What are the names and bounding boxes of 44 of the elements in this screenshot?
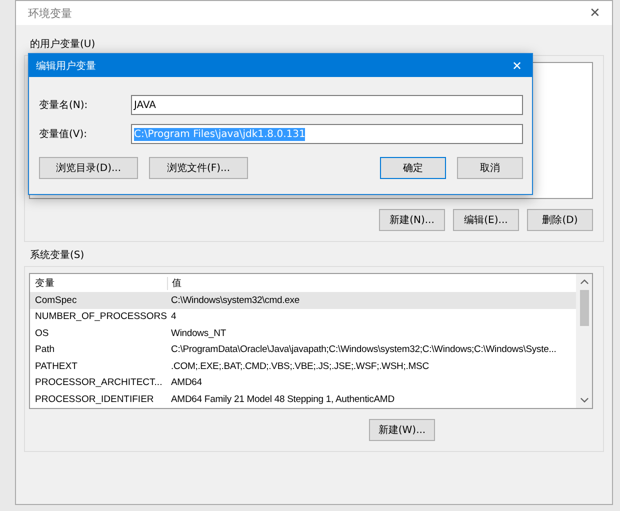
window-title: 环境变量 [28,6,73,20]
scroll-up-icon[interactable] [580,279,588,285]
table-row[interactable]: ComSpec C:\Windows\system32\cmd.exe [30,292,576,308]
table-cell-text: AMD64 Family 21 Model 48 Stepping 1, AuthenticAMD [170,394,396,405]
close-button[interactable]: ✕ [502,54,532,77]
close-button[interactable]: ✕ [578,1,612,25]
table-cell-text: 4 [170,311,178,322]
cancel-button[interactable]: 取消 [457,157,523,179]
table-cell-text: ComSpec [34,294,78,306]
table-row[interactable]: Path C:\ProgramData\Oracle\Java\javapath;C:\Windows\system32;C:\Windows;C:\Windows\Syste... [30,342,576,358]
action-button[interactable]: 编辑(E)... [453,209,519,231]
column-header[interactable]: 变量 [30,276,168,290]
table-row[interactable]: NUMBER_OF_PROCESSORS 4 [30,308,576,325]
scroll-down-icon[interactable] [580,397,588,403]
group-label: 的用户变量(U) [30,38,96,51]
table-row[interactable]: OS Windows_NT [30,325,576,342]
action-button[interactable]: 删除(D) [527,209,593,231]
input-field[interactable]: JAVA [131,95,523,115]
table-cell-text: OS [34,328,50,339]
scroll-thumb[interactable] [580,290,588,326]
field-label: 变量名(N): [39,98,89,112]
table-cell-text: NUMBER_OF_PROCESSORS [34,311,167,322]
table-cell-text: PROCESSOR_ARCHITECT... [34,377,164,388]
table-row[interactable]: PATHEXT .COM;.EXE;.BAT;.CMD;.VBS;.VBE;.JS;.JSE;.WSF;.WSH;.MSC [30,358,576,374]
table-cell-text: PATHEXT [34,360,78,372]
table-cell-text: AMD64 [170,377,203,388]
group-label: 系统变量(S) [30,248,84,262]
table-cell-text: PROCESSOR_IDENTIFIER [34,394,155,405]
ok-button[interactable]: 确定 [380,157,446,179]
browse-button[interactable]: 浏览目录(D)... [39,157,138,179]
field-label: 变量值(V): [39,128,88,141]
browse-button[interactable]: 浏览文件(F)... [149,157,248,179]
table-row[interactable]: PROCESSOR_ARCHITECT... AMD64 [30,374,576,391]
action-button[interactable]: 新建(N)... [379,209,445,231]
scrollbar[interactable] [576,274,592,408]
dialog-title: 编辑用户变量 [36,60,96,72]
table-cell-text: C:\Windows\system32\cmd.exe [170,294,300,306]
table-cell-text: C:\ProgramData\Oracle\Java\javapath;C:\Windows\system32;C:\Windows;C:\Windows\Syste... [170,344,558,356]
table-row[interactable]: PROCESSOR_IDENTIFIER AMD64 Family 21 Model 48 Stepping 1, AuthenticAMD [30,391,576,408]
column-header[interactable]: 值 [168,276,576,290]
table-cell-text: .COM;.EXE;.BAT;.CMD;.VBS;.VBE;.JS;.JSE;.WSF;.WSH;.MSC [170,360,430,372]
action-button[interactable]: 新建(W)... [369,419,435,441]
table-cell-text: Path [34,344,56,356]
table-cell-text: Windows_NT [170,328,227,339]
